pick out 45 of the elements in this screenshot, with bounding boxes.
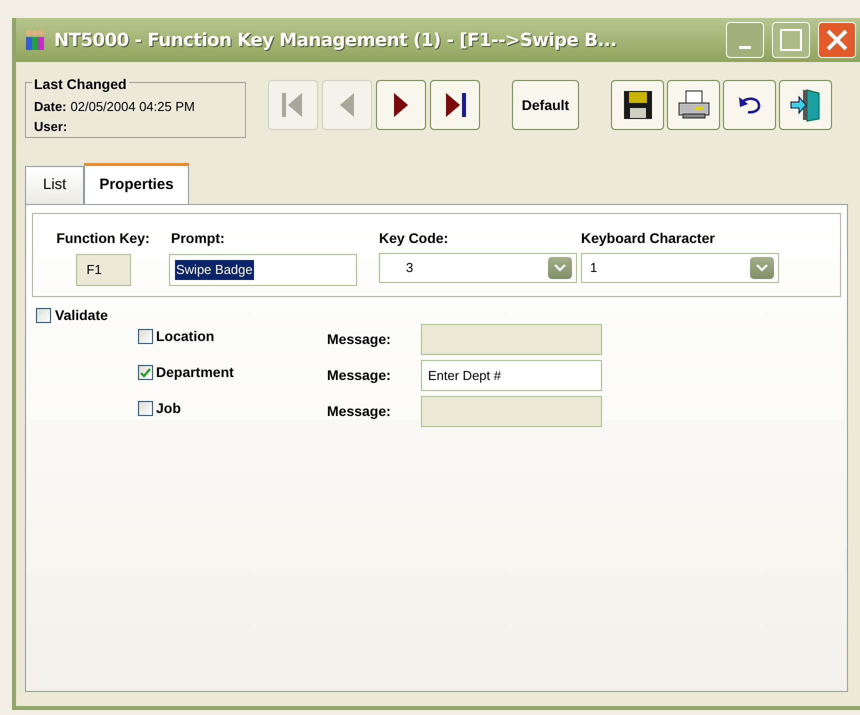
field-label: Prompt: xyxy=(170,229,226,248)
navigation-button[interactable] xyxy=(376,80,426,130)
message-field[interactable] xyxy=(421,396,602,427)
checkbox-label: Department xyxy=(156,363,234,382)
checkbox-label: Location xyxy=(156,327,214,346)
default-button[interactable]: Default xyxy=(512,80,579,130)
checkbox[interactable] xyxy=(138,329,153,344)
undo-arrow-icon xyxy=(738,95,762,115)
function-key-field: F1 xyxy=(76,254,130,286)
date-value: 02/05/2004 04:25 PM xyxy=(70,98,195,116)
field-label: Message: xyxy=(327,402,392,421)
printer-icon xyxy=(676,90,710,120)
field-label: Message: xyxy=(327,366,392,385)
people-icon xyxy=(24,29,46,51)
prompt-field[interactable]: Swipe Badge xyxy=(169,254,357,286)
toolbar-button[interactable] xyxy=(611,80,664,130)
user-label: User: xyxy=(34,118,68,134)
skip-forward-icon xyxy=(444,92,466,118)
door-exit-icon xyxy=(788,88,822,122)
date-label: Date: xyxy=(34,98,67,116)
close-icon xyxy=(825,28,849,52)
toolbar-button[interactable] xyxy=(667,80,720,130)
checkbox-label: Validate xyxy=(55,306,108,325)
field-label: Message: xyxy=(327,330,392,349)
key-code-dropdown[interactable]: 3 xyxy=(379,253,577,283)
tab[interactable]: List xyxy=(25,166,84,204)
close-button[interactable] xyxy=(818,22,856,58)
checkbox[interactable] xyxy=(138,365,153,380)
field-label: Keyboard Character xyxy=(581,229,716,248)
tab[interactable]: Properties xyxy=(84,163,189,205)
message-field[interactable]: Enter Dept # xyxy=(421,360,602,391)
toolbar-button[interactable] xyxy=(723,80,776,130)
field-label: Key Code: xyxy=(379,229,450,248)
navigation-button[interactable] xyxy=(430,80,480,130)
field-label: Function Key: xyxy=(56,229,150,248)
window-title: NT5000 - Function Key Management (1) - [F1-->Swipe B... xyxy=(54,28,618,52)
skip-back-icon xyxy=(282,92,304,118)
validate-checkbox[interactable] xyxy=(36,308,51,323)
back-triangle-icon xyxy=(339,92,355,118)
checkbox-label: Job xyxy=(156,399,181,418)
keyboard-character-dropdown[interactable]: 1 xyxy=(581,253,779,283)
forward-triangle-icon xyxy=(393,92,409,118)
message-field[interactable] xyxy=(421,324,602,355)
toolbar-button[interactable] xyxy=(779,80,832,130)
checkbox[interactable] xyxy=(138,401,153,416)
